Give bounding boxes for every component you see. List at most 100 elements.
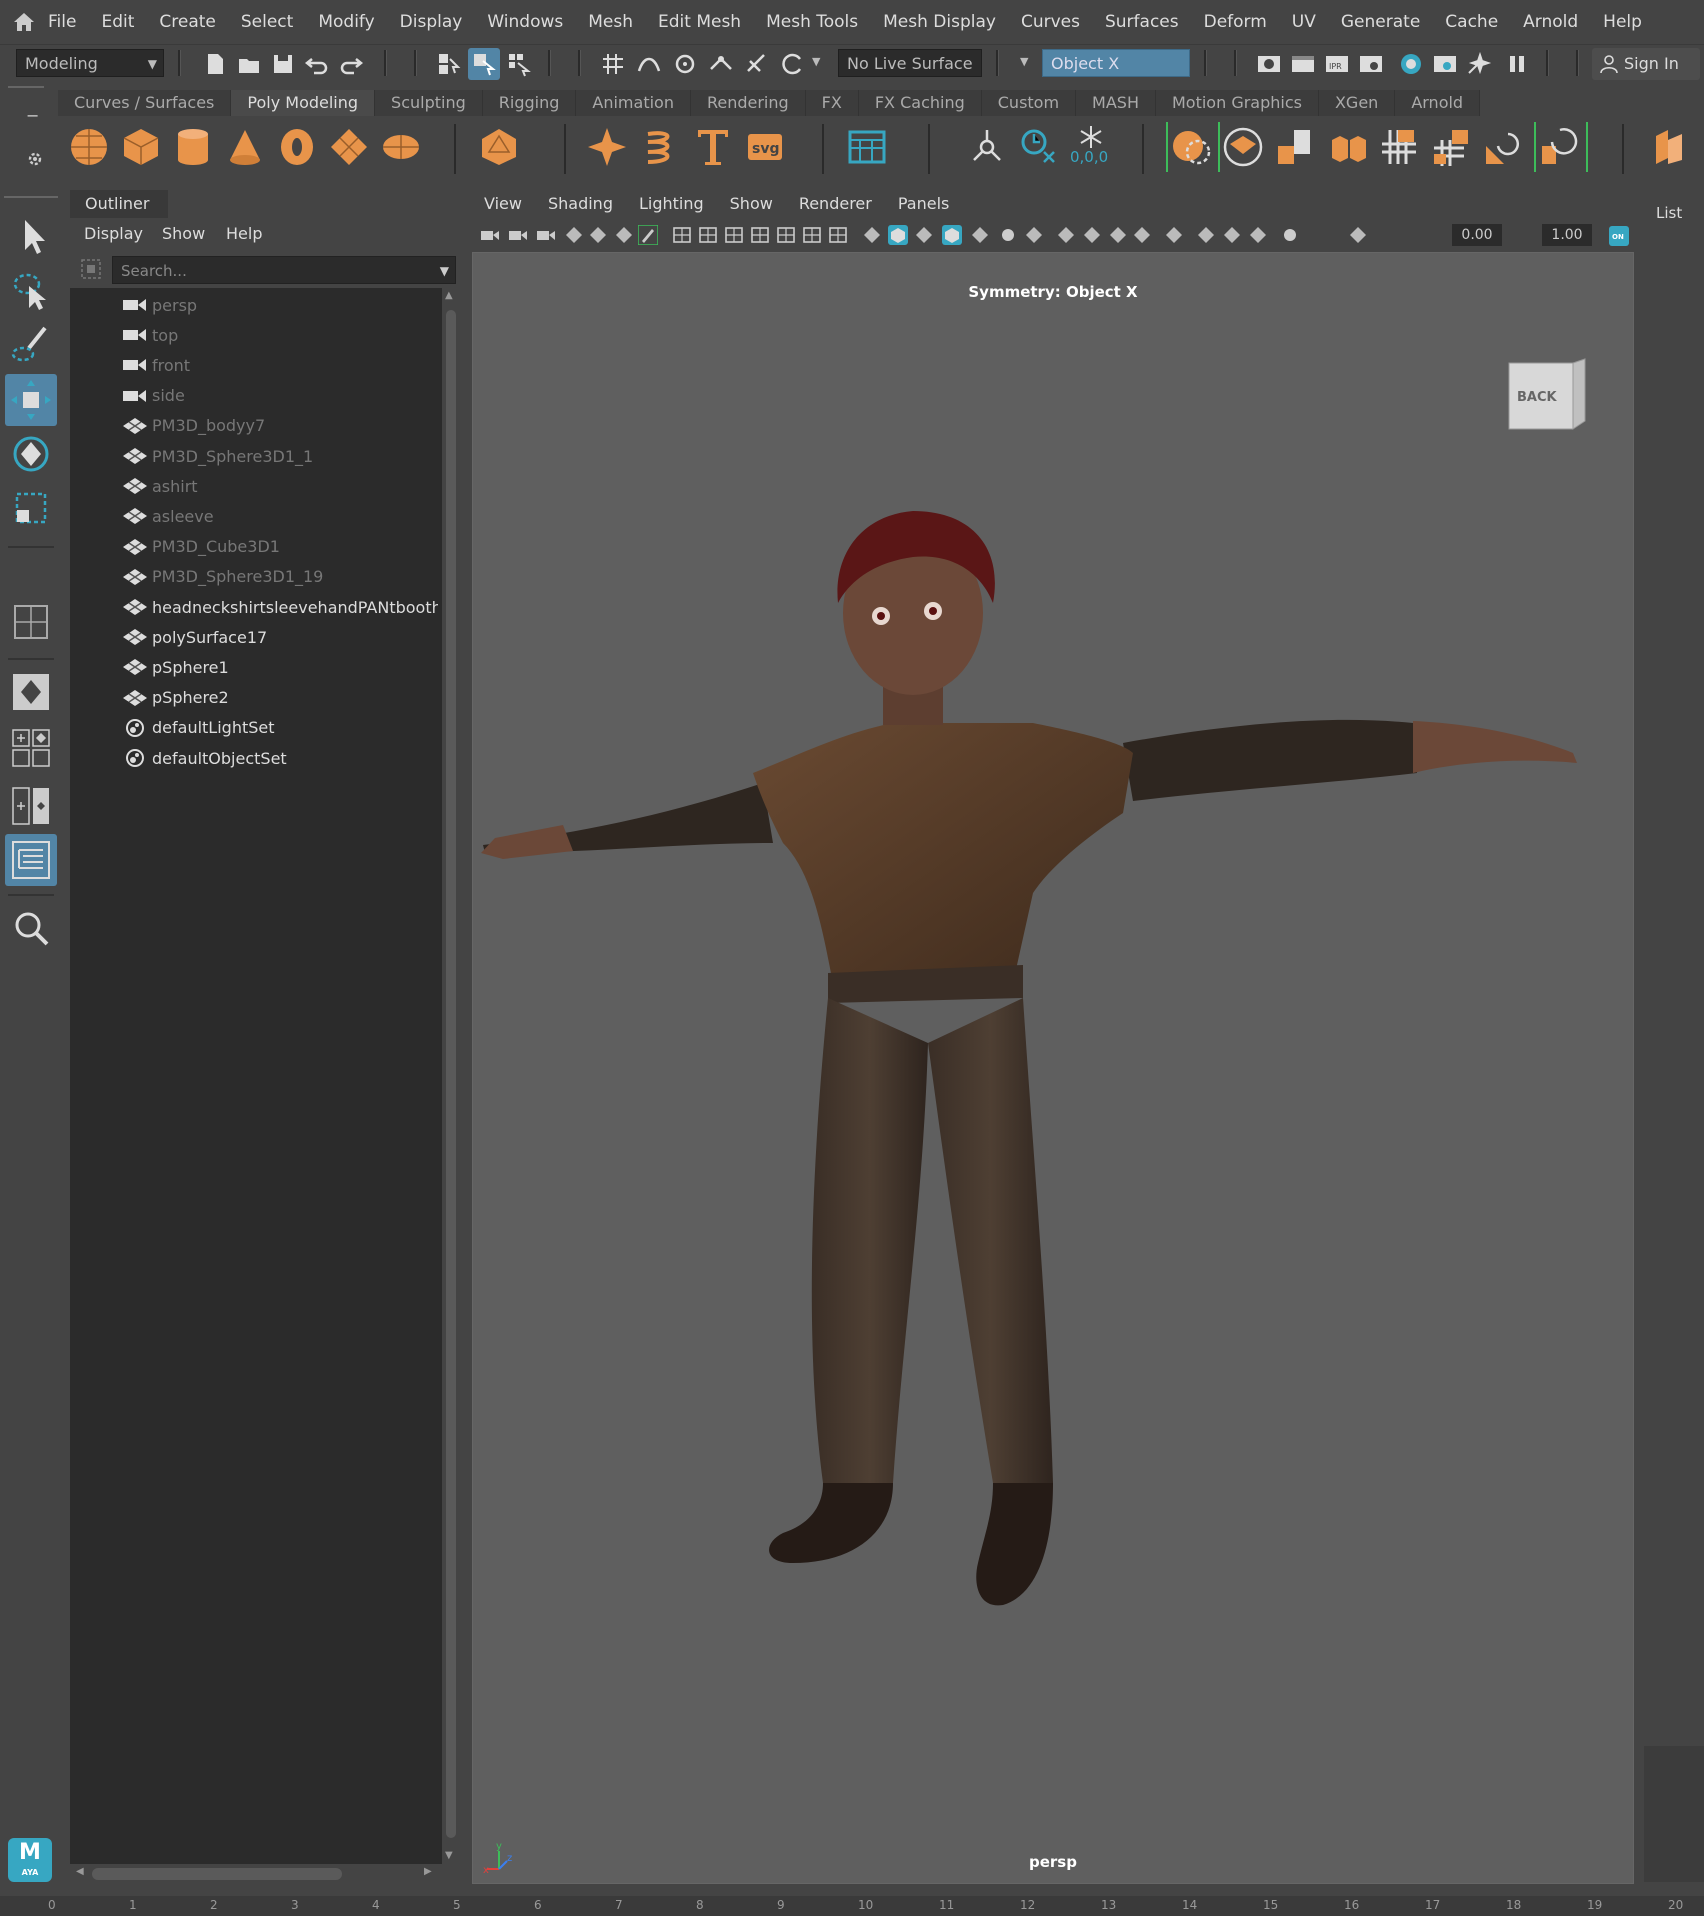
render-view-icon[interactable] xyxy=(1256,51,1282,77)
outliner-menu-show[interactable]: Show xyxy=(162,224,205,243)
outliner-vscroll[interactable]: ▲ ▼ xyxy=(442,288,460,1872)
chevron-down-icon[interactable]: ▼ xyxy=(812,55,820,68)
color-management-icon[interactable]: ON xyxy=(1608,225,1630,247)
outliner-item[interactable]: defaultObjectSet xyxy=(70,743,442,773)
outliner-item[interactable]: front xyxy=(70,350,442,380)
paint-select-tool-icon[interactable] xyxy=(5,318,57,370)
menu-file[interactable]: File xyxy=(48,12,76,32)
poly-plane-icon[interactable] xyxy=(328,126,370,168)
tab-rendering[interactable]: Rendering xyxy=(690,90,806,116)
tab-fx-caching[interactable]: FX Caching xyxy=(858,90,982,116)
depth-of-field-icon[interactable] xyxy=(1132,225,1152,245)
menu-modify[interactable]: Modify xyxy=(318,12,374,32)
snap-to-point-icon[interactable] xyxy=(672,51,698,77)
move-tool-button[interactable] xyxy=(5,374,57,426)
clear-history-icon[interactable] xyxy=(1018,126,1060,168)
menu-select[interactable]: Select xyxy=(241,12,293,32)
playblast-icon[interactable] xyxy=(1466,51,1492,77)
render-sequence-icon[interactable] xyxy=(1432,51,1458,77)
scroll-down-icon[interactable]: ▼ xyxy=(445,1850,453,1861)
outliner-item[interactable]: headneckshirtsleevehandPANtboothairsa xyxy=(70,592,442,622)
collapse-icon[interactable]: − xyxy=(26,106,39,125)
menu-cache[interactable]: Cache xyxy=(1445,12,1498,32)
gate-mask-icon[interactable] xyxy=(750,225,770,245)
outliner-item[interactable]: pSphere2 xyxy=(70,683,442,713)
menu-deform[interactable]: Deform xyxy=(1204,12,1267,32)
persp-layout-icon[interactable] xyxy=(5,666,57,718)
outliner-title[interactable]: Outliner xyxy=(70,190,168,218)
viewport-menu-lighting[interactable]: Lighting xyxy=(639,190,704,218)
exposure-field[interactable]: 0.00 xyxy=(1452,224,1502,246)
new-scene-icon[interactable] xyxy=(202,51,228,77)
poly-sphere-icon[interactable] xyxy=(68,126,110,168)
viewport-menu-renderer[interactable]: Renderer xyxy=(799,190,872,218)
tab-xgen[interactable]: XGen xyxy=(1318,90,1396,116)
hypershade-icon[interactable] xyxy=(1398,51,1424,77)
textured-icon[interactable] xyxy=(942,225,962,245)
append-to-polygon-icon[interactable] xyxy=(1482,126,1524,168)
tab-fx[interactable]: FX xyxy=(805,90,859,116)
menu-mesh[interactable]: Mesh xyxy=(588,12,633,32)
menu-display[interactable]: Display xyxy=(400,12,463,32)
resolution-gate-icon[interactable] xyxy=(724,225,744,245)
outliner-menu-display[interactable]: Display xyxy=(84,224,143,243)
display-layers-icon[interactable] xyxy=(846,126,888,168)
outliner-item[interactable]: asleeve xyxy=(70,501,442,531)
home-icon[interactable] xyxy=(12,10,36,34)
menu-surfaces[interactable]: Surfaces xyxy=(1105,12,1179,32)
snap-to-view-plane-icon[interactable] xyxy=(708,51,734,77)
mode-dropdown[interactable]: Modeling ▼ xyxy=(16,49,164,77)
scale-tool-icon[interactable] xyxy=(5,482,57,534)
viewport-menu-view[interactable]: View xyxy=(484,190,522,218)
image-plane-icon[interactable] xyxy=(588,225,608,245)
xray-icon[interactable] xyxy=(970,225,990,245)
outliner-menu-help[interactable]: Help xyxy=(226,224,262,243)
render-settings-icon[interactable] xyxy=(1358,51,1384,77)
ambient-occlusion-icon[interactable] xyxy=(1056,225,1076,245)
menu-mesh-display[interactable]: Mesh Display xyxy=(883,12,996,32)
time-slider[interactable]: 0 1 2 3 4 5 6 7 8 9 10 11 12 13 14 15 16 17 18 19 20 xyxy=(0,1896,1704,1916)
filter-icon[interactable] xyxy=(80,258,102,280)
anti-aliasing-icon[interactable] xyxy=(1108,225,1128,245)
select-by-component-icon[interactable] xyxy=(506,51,532,77)
snap-together-icon[interactable] xyxy=(780,51,806,77)
symmetry-dropdown[interactable]: Object X xyxy=(1042,49,1190,77)
poly-helix-icon[interactable] xyxy=(640,126,682,168)
chevron-down-icon[interactable]: ▼ xyxy=(440,257,449,285)
menu-mesh-tools[interactable]: Mesh Tools xyxy=(766,12,858,32)
gamma-field[interactable]: 1.00 xyxy=(1542,224,1592,246)
outliner-item[interactable]: PM3D_bodyy7 xyxy=(70,411,442,441)
scroll-left-icon[interactable]: ◀ xyxy=(76,1866,84,1877)
outliner-search-input[interactable]: Search... ▼ xyxy=(112,256,456,284)
outliner-item[interactable]: pSphere1 xyxy=(70,652,442,682)
backface-icon[interactable] xyxy=(1248,225,1268,245)
tab-mash[interactable]: MASH xyxy=(1076,90,1156,116)
select-tool-icon[interactable] xyxy=(5,210,57,262)
menu-edit-mesh[interactable]: Edit Mesh xyxy=(658,12,741,32)
outliner-layout-button[interactable] xyxy=(5,834,57,886)
undo-icon[interactable] xyxy=(304,51,330,77)
outliner-item[interactable]: top xyxy=(70,320,442,350)
xray-active-icon[interactable] xyxy=(1222,225,1242,245)
render-frame-icon[interactable] xyxy=(1290,51,1316,77)
grid-icon[interactable] xyxy=(672,225,692,245)
viewport-menu-shading[interactable]: Shading xyxy=(548,190,613,218)
outliner-item[interactable]: PM3D_Sphere3D1_19 xyxy=(70,562,442,592)
safe-action-icon[interactable] xyxy=(802,225,822,245)
outliner-item[interactable]: ashirt xyxy=(70,471,442,501)
tab-rigging[interactable]: Rigging xyxy=(482,90,577,116)
default-material-icon[interactable] xyxy=(914,225,934,245)
uv-editor-icon[interactable] xyxy=(1648,126,1690,168)
poly-disc-icon[interactable] xyxy=(380,126,422,168)
wireframe-icon[interactable] xyxy=(862,225,882,245)
tab-sculpting[interactable]: Sculpting xyxy=(375,90,483,116)
tab-poly-modeling[interactable]: Poly Modeling xyxy=(231,90,376,116)
film-gate-icon[interactable] xyxy=(698,225,718,245)
redo-icon[interactable] xyxy=(338,51,364,77)
camera-attributes-icon[interactable] xyxy=(536,225,556,245)
pause-icon[interactable] xyxy=(1504,51,1530,77)
two-pane-layout-icon[interactable] xyxy=(5,780,57,832)
gear-icon[interactable] xyxy=(26,150,44,168)
extrude-icon[interactable] xyxy=(1326,126,1368,168)
freeze-transform-button[interactable]: 0,0,0 xyxy=(1070,124,1112,166)
